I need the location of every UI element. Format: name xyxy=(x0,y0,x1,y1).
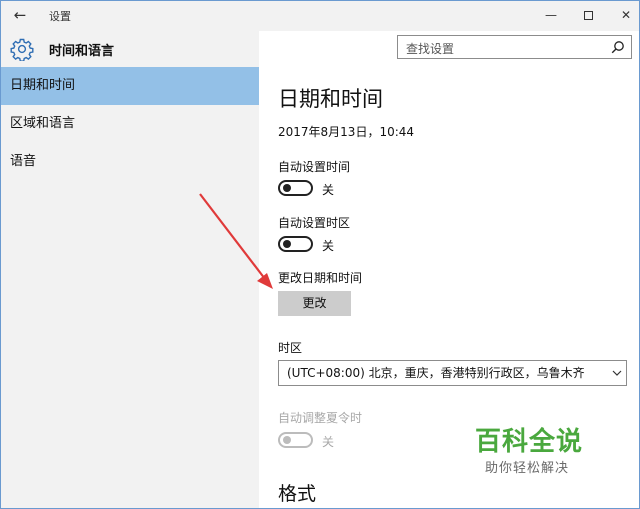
toggle-knob xyxy=(283,240,291,248)
change-datetime-label: 更改日期和时间 xyxy=(278,271,363,285)
search-placeholder: 查找设置 xyxy=(406,42,455,56)
auto-time-toggle[interactable] xyxy=(278,180,313,196)
close-icon: ✕ xyxy=(620,8,632,22)
title-bar: ← 设置 — ✕ xyxy=(1,1,639,31)
sidebar-item-region-language[interactable]: 区域和语言 xyxy=(1,105,259,143)
auto-time-state: 关 xyxy=(322,183,335,197)
dst-state: 关 xyxy=(322,435,335,449)
maximize-icon xyxy=(583,11,593,20)
minimize-icon: — xyxy=(545,8,557,22)
dst-toggle[interactable] xyxy=(278,432,313,448)
auto-time-label: 自动设置时间 xyxy=(278,160,351,174)
back-arrow-icon: ← xyxy=(13,6,27,24)
auto-timezone-state: 关 xyxy=(322,239,335,253)
current-datetime: 2017年8月13日，10:44 xyxy=(278,125,415,139)
chevron-down-icon xyxy=(612,370,622,376)
change-button[interactable]: 更改 xyxy=(278,291,351,316)
dst-label: 自动调整夏令时 xyxy=(278,411,363,425)
section-title: 时间和语言 xyxy=(49,44,115,59)
watermark: 百科全说 助你轻松解决 xyxy=(475,421,605,481)
format-section-title: 格式 xyxy=(278,483,317,505)
timezone-label: 时区 xyxy=(278,341,303,355)
watermark-slogan: 助你轻松解决 xyxy=(485,461,570,476)
back-button[interactable]: ← xyxy=(7,4,33,28)
sidebar-item-date-time[interactable]: 日期和时间 xyxy=(1,67,259,105)
window-title: 设置 xyxy=(49,10,71,23)
timezone-select[interactable]: (UTC+08:00) 北京，重庆，香港特别行政区，乌鲁木齐 xyxy=(278,360,627,386)
section-header: 时间和语言 xyxy=(1,31,259,67)
search-icon xyxy=(611,41,624,54)
main-content: 查找设置 日期和时间 2017年8月13日，10:44 自动设置时间 关 自动设… xyxy=(259,31,639,508)
toggle-knob xyxy=(283,436,291,444)
settings-window: ← 设置 — ✕ 时间和语言 日期和时间 区域和语言 语音 查找设置 日期和时间… xyxy=(0,0,640,509)
close-button[interactable]: ✕ xyxy=(612,4,639,26)
search-input[interactable]: 查找设置 xyxy=(397,35,632,59)
maximize-button[interactable] xyxy=(574,4,602,26)
minimize-button[interactable]: — xyxy=(537,4,565,26)
toggle-knob xyxy=(283,184,291,192)
auto-timezone-label: 自动设置时区 xyxy=(278,216,351,230)
sidebar-item-speech[interactable]: 语音 xyxy=(1,143,259,181)
auto-timezone-toggle[interactable] xyxy=(278,236,313,252)
gear-icon xyxy=(10,38,34,61)
page-title: 日期和时间 xyxy=(278,87,383,111)
watermark-logo-text: 百科全说 xyxy=(475,427,584,457)
sidebar: 时间和语言 日期和时间 区域和语言 语音 xyxy=(1,31,259,508)
timezone-value: (UTC+08:00) 北京，重庆，香港特别行政区，乌鲁木齐 xyxy=(287,366,585,380)
